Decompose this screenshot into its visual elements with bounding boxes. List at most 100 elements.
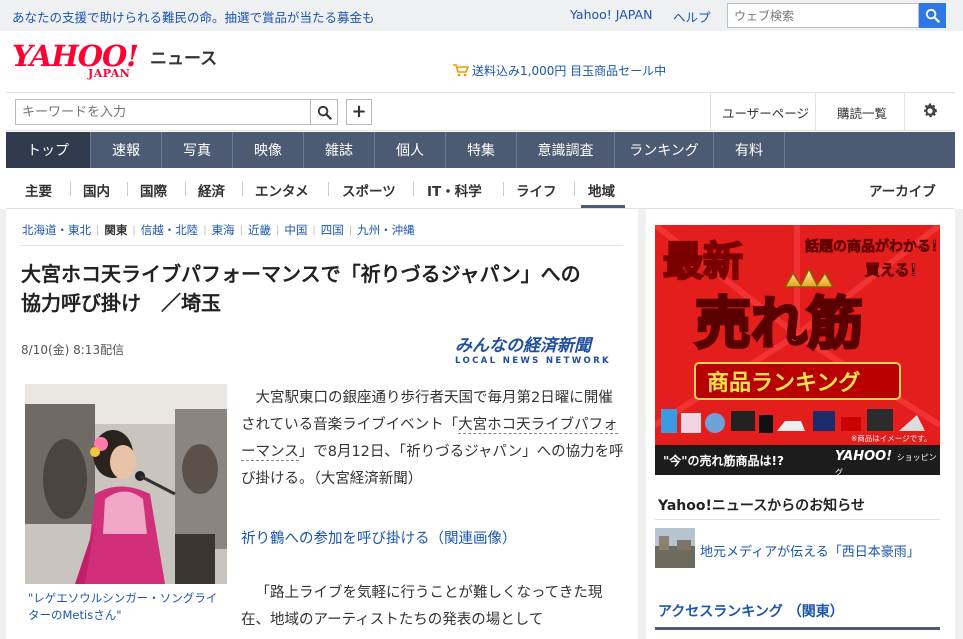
ad-banner[interactable]: 最新 話題の商品がわかる！ 買える！ 売れ筋 商品ランキング ※商品はイメージで… <box>655 225 940 475</box>
divider <box>904 93 905 130</box>
divider <box>815 93 816 130</box>
paragraph-text: 」で8月12日、「祈りづるジャパン」への協力を呼び掛ける。（大宮経済新聞） <box>241 444 624 487</box>
notice-item-link[interactable]: 地元メディアが伝える「西日本豪雨」 <box>700 541 920 560</box>
nav-tab-photo[interactable]: 写真 <box>162 132 233 168</box>
ad-tagline2: 買える！ <box>865 261 925 279</box>
news-service-label[interactable]: ニュース <box>150 44 217 69</box>
yahoo-japan-logo[interactable]: YAHOO! JAPAN <box>12 42 152 82</box>
region-shinetsu-hokuriku[interactable]: 信越・北陸 <box>141 222 199 238</box>
plus-icon[interactable]: + <box>346 99 372 125</box>
ad-bottom-logo: YAHOO! ショッピング <box>835 449 940 475</box>
divider: | <box>132 224 136 236</box>
user-page-link[interactable]: ユーザーページ <box>722 103 809 122</box>
category-nav: 主要 国内 国際 経済 エンタメ スポーツ IT・科学 ライフ 地域 アーカイブ <box>6 168 955 209</box>
nav-tab-survey[interactable]: 意識調査 <box>517 132 615 168</box>
nav-tab-individual[interactable]: 個人 <box>375 132 446 168</box>
nav-tab-magazine[interactable]: 雑誌 <box>304 132 375 168</box>
category-main[interactable]: 主要 <box>25 180 52 200</box>
yahoo-japan-link[interactable]: Yahoo! JAPAN <box>570 7 652 22</box>
region-shikoku[interactable]: 四国 <box>321 222 344 238</box>
category-entertainment[interactable]: エンタメ <box>255 180 309 200</box>
top-bar: あなたの支援で助けられる難民の命。抽選で賞品が当たる募金も Yahoo! JAP… <box>0 0 963 31</box>
region-tabs: 北海道・東北 | 関東 | 信越・北陸 | 東海 | 近畿 | 中国 | 四国 | 九州・沖縄 <box>22 222 415 238</box>
notice-section-title: Yahoo!ニュースからのお知らせ <box>658 498 865 514</box>
web-search-button[interactable] <box>919 3 946 28</box>
source-logo[interactable]: みんなの経済新聞 LOCAL NEWS NETWORK <box>455 331 623 367</box>
divider: | <box>312 224 316 236</box>
nav-tab-breaking[interactable]: 速報 <box>91 132 162 168</box>
nav-tab-ranking[interactable]: ランキング <box>615 132 714 168</box>
ad-tagline1: 話題の商品がわかる！ <box>805 238 940 255</box>
divider <box>242 182 243 196</box>
cart-promo-link[interactable]: 送料込み1,000円 目玉商品セール中 <box>453 62 666 79</box>
help-link[interactable]: ヘルプ <box>673 7 711 26</box>
related-images-link[interactable]: 祈り鶴への参加を呼び掛ける（関連画像） <box>241 527 517 548</box>
archive-link[interactable]: アーカイブ <box>869 180 936 200</box>
category-it-science[interactable]: IT・科学 <box>427 180 482 200</box>
divider: | <box>276 224 280 236</box>
subscriptions-link[interactable]: 購読一覧 <box>837 103 887 122</box>
divider <box>127 182 128 196</box>
notice-thumbnail[interactable] <box>655 528 695 568</box>
source-tagline: LOCAL NEWS NETWORK <box>455 356 612 366</box>
headline-line1: 大宮ホコ天ライブパフォーマンスで「祈りづるジャパン」への <box>21 262 581 286</box>
ranking-underline <box>655 627 940 630</box>
divider <box>710 93 711 130</box>
category-local[interactable]: 地域 <box>588 180 615 200</box>
region-kinki[interactable]: 近畿 <box>248 222 271 238</box>
source-name: みんなの経済新聞 <box>455 336 591 356</box>
region-kanto[interactable]: 関東 <box>104 222 127 238</box>
keyword-search-button[interactable] <box>311 99 338 125</box>
divider <box>413 182 414 196</box>
cart-promo-text: 送料込み1,000円 目玉商品セール中 <box>472 64 667 78</box>
shopping-cart-icon <box>453 64 469 77</box>
active-tab-indicator <box>581 205 625 208</box>
logo-yahoo-text: YAHOO! <box>12 39 139 73</box>
category-economy[interactable]: 経済 <box>198 180 225 200</box>
column-gutter <box>638 209 646 639</box>
divider <box>655 519 940 520</box>
region-hokkaido-tohoku[interactable]: 北海道・東北 <box>22 222 91 238</box>
category-sports[interactable]: スポーツ <box>342 180 396 200</box>
divider <box>70 182 71 196</box>
region-kyushu-okinawa[interactable]: 九州・沖縄 <box>357 222 415 238</box>
page-gutter <box>0 209 6 639</box>
divider: | <box>348 224 353 236</box>
category-domestic[interactable]: 国内 <box>83 180 110 200</box>
search-icon <box>317 105 332 120</box>
divider <box>20 245 623 246</box>
nav-tab-feature[interactable]: 特集 <box>446 132 517 168</box>
photo-caption[interactable]: "レゲエソウルシンガー・ソングライターのMetisさん" <box>28 590 228 624</box>
article-paragraph: 大宮駅東口の銀座通り歩行者天国で毎月第2日曜に開催されている音楽ライブイベント「… <box>241 385 626 493</box>
logo-japan-text: JAPAN <box>88 67 131 80</box>
region-tokai[interactable]: 東海 <box>212 222 235 238</box>
divider <box>185 182 186 196</box>
donation-promo-link[interactable]: あなたの支援で助けられる難民の命。抽選で賞品が当たる募金も <box>12 7 375 26</box>
search-icon <box>925 8 940 23</box>
divider <box>503 182 504 196</box>
divider <box>574 182 575 196</box>
ad-ranking-text: 商品ランキング <box>707 370 860 396</box>
access-ranking-title[interactable]: アクセスランキング （関東） <box>658 601 844 621</box>
region-chugoku[interactable]: 中国 <box>284 222 307 238</box>
nav-tab-video[interactable]: 映像 <box>233 132 304 168</box>
gear-icon[interactable] <box>919 100 941 122</box>
nav-tab-top[interactable]: トップ <box>6 132 91 168</box>
ad-artwork: 最新 話題の商品がわかる！ 買える！ 売れ筋 商品ランキング ※商品はイメージで… <box>655 225 940 445</box>
category-life[interactable]: ライフ <box>516 180 557 200</box>
ad-saishin: 最新 <box>663 239 743 285</box>
divider <box>328 182 329 196</box>
category-international[interactable]: 国際 <box>140 180 167 200</box>
article-photo[interactable] <box>25 384 227 584</box>
nav-tab-paid[interactable]: 有料 <box>714 132 785 168</box>
web-search-input[interactable] <box>727 3 919 28</box>
divider: | <box>239 224 243 236</box>
publish-date: 8/10(金) 8:13配信 <box>21 343 125 357</box>
ad-note: ※商品はイメージです。 <box>851 433 931 443</box>
keyword-search-input[interactable] <box>15 99 311 125</box>
ad-logo-yahoo: YAHOO! <box>835 449 893 464</box>
article-headline: 大宮ホコ天ライブパフォーマンスで「祈りづるジャパン」への 協力呼び掛け ／埼玉 <box>21 260 629 318</box>
headline-line2: 協力呼び掛け ／埼玉 <box>21 291 221 315</box>
ad-big-text: 売れ筋 <box>695 292 863 357</box>
ad-bottom-text: "今"の売れ筋商品は!? <box>663 454 784 468</box>
